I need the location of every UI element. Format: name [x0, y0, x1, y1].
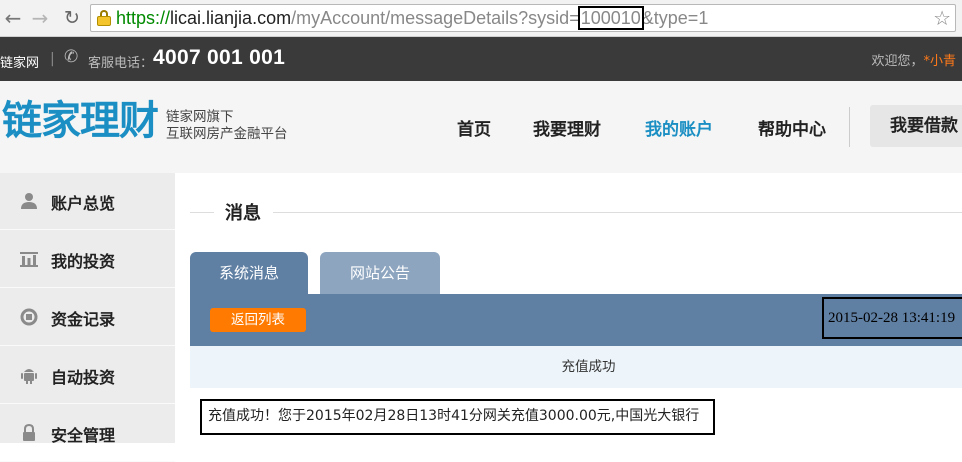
nav-help[interactable]: 帮助中心 [758, 115, 826, 140]
tab-site-notices[interactable]: 网站公告 [320, 252, 440, 294]
message-timestamp: 2015-02-28 13:41:19 [822, 297, 962, 339]
service-label: 客服电话： [88, 56, 154, 71]
message-header-bar: 返回列表 2015-02-28 13:41:19 [190, 294, 962, 346]
sidebar-item-label: 安全管理 [51, 426, 116, 445]
user-icon [21, 193, 37, 209]
sidebar-item-fund-records[interactable]: 资金记录 [0, 289, 175, 346]
forward-arrow-icon[interactable]: → [28, 6, 52, 30]
lock-icon [23, 424, 35, 441]
site-logo[interactable]: 链家理财 [2, 97, 159, 145]
nav-my-account[interactable]: 我的账户 [645, 115, 713, 140]
logo-tagline-line1: 链家网旗下 [166, 109, 234, 125]
site-home-link[interactable]: 链家网 [0, 52, 39, 71]
top-bar: 链家网 | ✆ 客服电话： 4007 001 001 欢迎您，*小青 [0, 37, 962, 81]
sidebar-item-security[interactable]: 安全管理 [0, 405, 175, 462]
url-query: &type=1 [641, 8, 709, 28]
service-phone: 4007 001 001 [153, 46, 286, 69]
logo-tagline-line2: 互联网房产金融平台 [166, 126, 288, 142]
url-text[interactable]: https://licai.lianjia.com/myAccount/mess… [116, 5, 708, 31]
sidebar-item-investments[interactable]: 我的投资 [0, 231, 175, 288]
sidebar-item-label: 自动投资 [51, 368, 116, 387]
site-header: 链家理财 链家网旗下 互联网房产金融平台 首页 我要理财 我的账户 帮助中心 我… [0, 81, 962, 173]
back-arrow-icon[interactable]: ← [1, 6, 25, 30]
chart-icon [20, 252, 38, 267]
nav-invest[interactable]: 我要理财 [533, 115, 601, 140]
page-title: 消息 [225, 203, 261, 224]
url-path: /myAccount/messageDetails?sysid= [291, 8, 580, 28]
lock-icon [97, 10, 111, 26]
message-subject-row: 充值成功 [190, 346, 962, 388]
message-panel: 消息 系统消息 网站公告 返回列表 2015-02-28 13:41:19 充值… [175, 173, 962, 443]
welcome-text: 欢迎您，*小青 [871, 50, 956, 69]
url-scheme: https:// [116, 8, 171, 28]
logo-tagline: 链家网旗下 互联网房产金融平台 [166, 109, 288, 143]
reload-icon[interactable]: ↻ [60, 6, 84, 30]
sidebar-item-label: 账户总览 [51, 194, 116, 213]
welcome-prefix: 欢迎您， [871, 54, 924, 69]
sidebar-item-auto-invest[interactable]: 自动投资 [0, 347, 175, 404]
username-link[interactable]: *小青 [923, 54, 956, 69]
nav-divider [849, 107, 850, 147]
back-to-list-button[interactable]: 返回列表 [210, 308, 306, 332]
robot-icon [21, 369, 37, 384]
nav-home[interactable]: 首页 [457, 115, 491, 140]
sidebar-item-label: 资金记录 [51, 310, 116, 329]
url-host: licai.lianjia.com [170, 8, 292, 28]
url-sysid: 100010 [577, 6, 644, 30]
bookmark-star-icon[interactable]: ☆ [933, 6, 951, 30]
phone-icon: ✆ [64, 47, 79, 67]
top-separator: | [50, 51, 55, 67]
address-bar[interactable]: https://licai.lianjia.com/myAccount/mess… [90, 4, 956, 32]
message-body: 充值成功！您于2015年02月28日13时41分网关充值3000.00元,中国光… [200, 399, 715, 435]
sidebar-item-label: 我的投资 [51, 252, 116, 271]
title-rule-left [190, 212, 214, 213]
ledger-icon [20, 308, 38, 326]
browser-toolbar: ← → ↻ https://licai.lianjia.com/myAccoun… [0, 0, 962, 37]
tab-system-messages[interactable]: 系统消息 [190, 252, 308, 294]
borrow-button[interactable]: 我要借款 [870, 105, 962, 147]
sidebar-item-overview[interactable]: 账户总览 [0, 173, 175, 230]
account-sidebar: 账户总览 我的投资 资金记录 自动投资 安全管理 [0, 173, 175, 462]
message-subject: 充值成功 [561, 359, 616, 375]
title-rule-right [273, 212, 962, 213]
